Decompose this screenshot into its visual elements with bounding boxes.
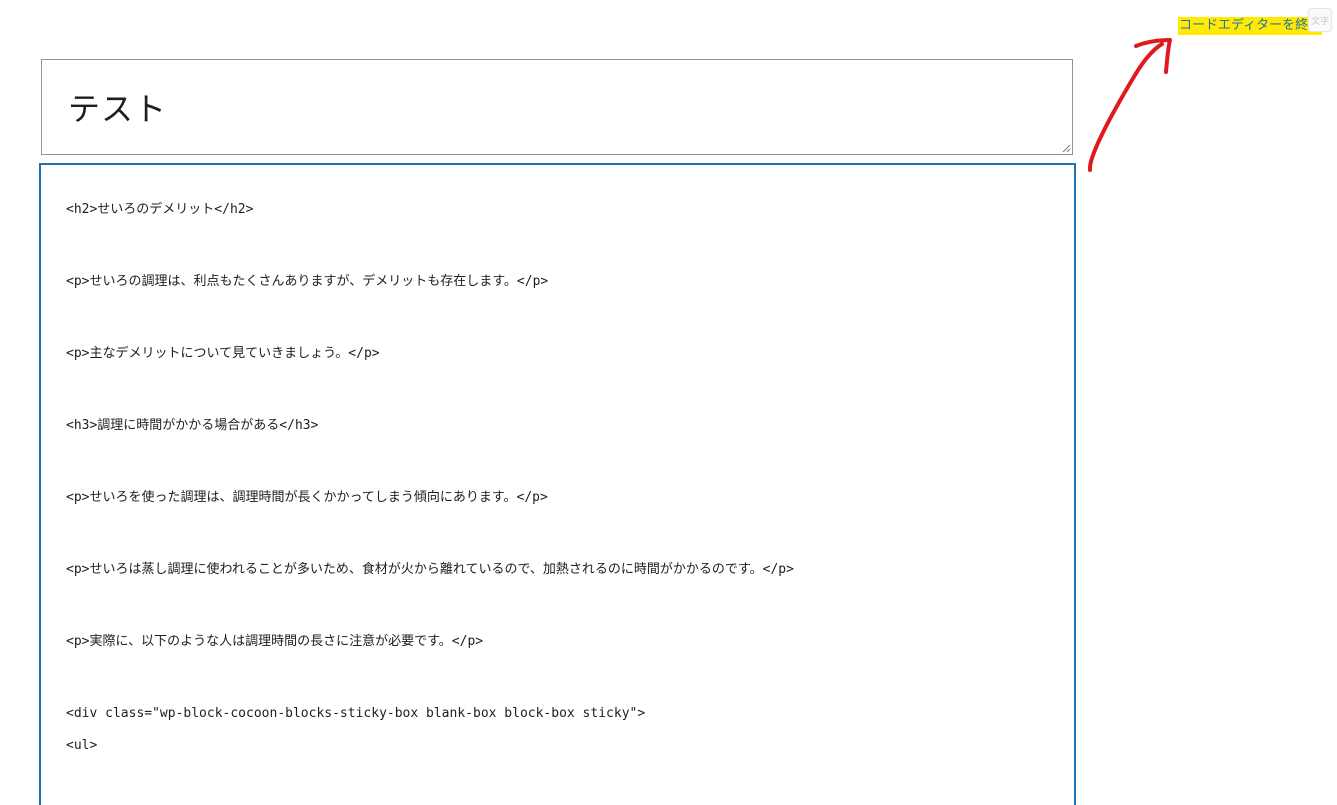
translate-badge-icon: 文字: [1308, 8, 1332, 32]
code-line: <div class="wp-block-cocoon-blocks-stick…: [66, 706, 646, 721]
code-line: <h3>調理に時間がかかる場合がある</h3>: [66, 418, 319, 433]
code-editor-textarea[interactable]: <h2>せいろのデメリット</h2> <p>せいろの調理は、利点もたくさんありま…: [39, 163, 1076, 805]
post-title-text: テスト: [68, 90, 168, 128]
red-arrow-annotation: [1087, 38, 1172, 172]
resize-handle-icon[interactable]: [1062, 144, 1071, 153]
exit-code-editor-link[interactable]: コードエディターを終了: [1178, 17, 1323, 35]
post-title-field[interactable]: テスト: [41, 59, 1073, 155]
code-line: <p>実際に、以下のような人は調理時間の長さに注意が必要です。</p>: [66, 634, 484, 649]
code-line: <h2>せいろのデメリット</h2>: [66, 202, 254, 217]
code-line: <ul>: [66, 738, 98, 753]
code-line: <p>せいろの調理は、利点もたくさんありますが、デメリットも存在します。</p>: [66, 274, 549, 289]
code-line: <p>せいろを使った調理は、調理時間が長くかかってしまう傾向にあります。</p>: [66, 490, 548, 505]
code-line: <p>主なデメリットについて見ていきましょう。</p>: [66, 346, 380, 361]
code-line: <p>せいろは蒸し調理に使われることが多いため、食材が火から離れているので、加熱…: [66, 562, 794, 577]
